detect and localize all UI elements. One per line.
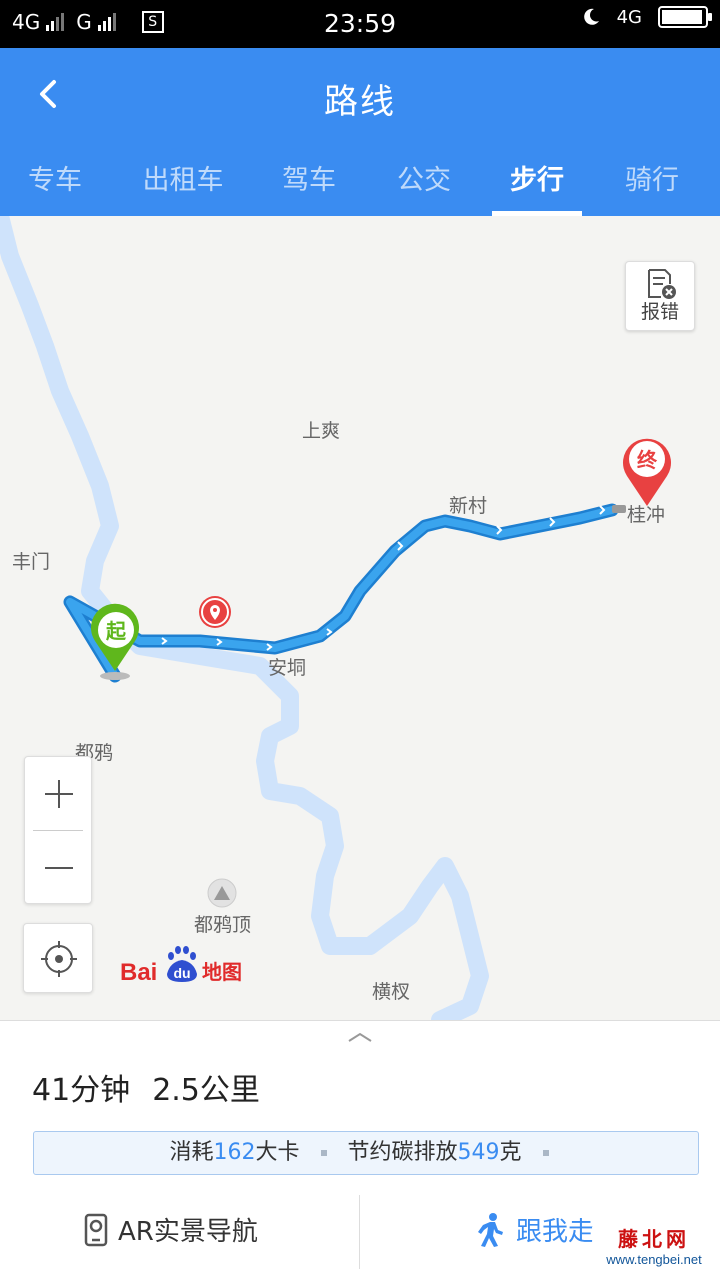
logo-text-right: 地图	[202, 960, 242, 984]
follow-me-button[interactable]: 跟我走	[476, 1211, 594, 1248]
page-title: 路线	[324, 82, 396, 122]
zoom-out-button[interactable]	[25, 831, 91, 905]
minus-icon	[45, 867, 73, 869]
place-label: 桂冲	[627, 504, 666, 526]
map-view[interactable]: 起 终 上爽 新村 丰门 安垌 都鸦 都鸦顶 横杈 桂冲 报错 Bai du 地…	[0, 216, 720, 1020]
status-bar: 4G G S 23:59 4G	[0, 0, 720, 48]
place-label: 丰门	[12, 551, 51, 573]
locate-me-button[interactable]	[23, 923, 93, 993]
calories-value: 162	[213, 1140, 256, 1165]
chevron-up-icon[interactable]	[346, 1029, 374, 1045]
ar-navigation-button[interactable]: AR实景导航	[84, 1211, 258, 1248]
crosshair-icon	[41, 941, 77, 977]
tab-private-car[interactable]: 专车	[28, 158, 82, 197]
zoom-in-button[interactable]	[25, 757, 91, 831]
calories-prefix: 消耗	[169, 1140, 214, 1165]
site-watermark: 藤北网 www.tengbei.net	[592, 1227, 716, 1275]
carbon-value: 549	[457, 1140, 500, 1165]
network-badge: 4G	[616, 6, 642, 28]
report-icon	[648, 269, 676, 299]
baidu-map-logo: Bai du 地图	[120, 946, 242, 986]
watermark-url: www.tengbei.net	[606, 1252, 702, 1267]
transport-tabs: 专车 出租车 驾车 公交 步行 骑行	[0, 148, 720, 216]
separator-dot	[542, 1150, 549, 1156]
route-duration: 41分钟	[32, 1073, 131, 1108]
mountain-icon	[207, 878, 237, 908]
place-label: 横杈	[372, 981, 411, 1003]
tab-walking[interactable]: 步行	[510, 158, 564, 197]
plus-icon	[45, 780, 73, 808]
calories-unit: 大卡	[255, 1140, 300, 1165]
place-label: 上爽	[302, 420, 341, 442]
action-divider	[359, 1195, 360, 1269]
watermark-title: 藤北网	[618, 1227, 690, 1251]
carbon-prefix: 节约碳排放	[347, 1140, 458, 1165]
route-distance: 2.5公里	[152, 1073, 260, 1108]
battery-icon	[658, 6, 712, 28]
carbon-unit: 克	[499, 1140, 522, 1165]
start-label: 起	[105, 619, 127, 643]
end-marker-icon[interactable]: 终	[623, 438, 671, 506]
tab-transit[interactable]: 公交	[397, 158, 451, 197]
phone-camera-icon	[84, 1213, 108, 1246]
map-canvas: 起 终	[0, 216, 671, 1020]
route-end-marker	[612, 505, 626, 513]
tab-cycling[interactable]: 骑行	[625, 158, 679, 197]
battery-fill	[662, 10, 702, 24]
tab-driving[interactable]: 驾车	[282, 158, 336, 197]
follow-me-label: 跟我走	[516, 1217, 595, 1247]
route-summary: 41分钟 2.5公里	[32, 1065, 260, 1109]
calorie-carbon-bar: 消耗162大卡 节约碳排放549克	[33, 1131, 699, 1175]
place-label: 新村	[449, 495, 488, 517]
place-label: 安垌	[268, 657, 307, 679]
place-label: 都鸦顶	[194, 914, 252, 936]
zoom-control	[24, 756, 92, 904]
logo-text-left: Bai	[120, 959, 157, 986]
logo-text-mid: du	[173, 965, 190, 981]
report-error-label: 报错	[640, 301, 679, 323]
status-right: 4G	[581, 6, 712, 28]
report-error-button[interactable]: 报错	[625, 261, 695, 331]
end-label: 终	[637, 448, 658, 472]
tab-taxi[interactable]: 出租车	[143, 158, 224, 197]
poi-marker-icon[interactable]	[199, 596, 231, 628]
moon-icon	[583, 8, 599, 25]
ar-navigation-label: AR实景导航	[118, 1217, 258, 1247]
walking-person-icon	[478, 1212, 503, 1247]
route-header: 路线 专车 出租车 驾车 公交 步行 骑行	[0, 48, 720, 216]
separator-dot	[320, 1150, 327, 1156]
start-marker-icon[interactable]: 起	[91, 603, 139, 680]
